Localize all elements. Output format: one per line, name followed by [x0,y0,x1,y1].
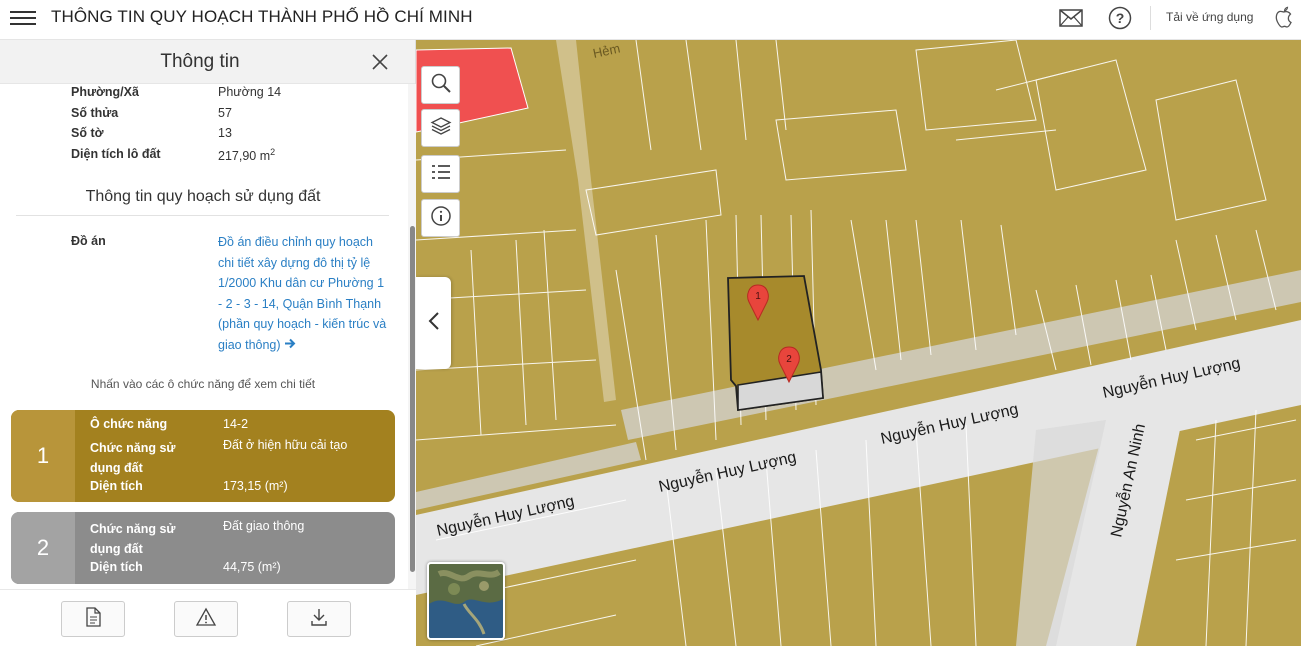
card-value: 173,15 (m²) [223,479,288,493]
card-value: Đất ở hiện hữu cải tạo [223,438,348,452]
map-canvas: Nguyễn Huy Lượng Nguyễn Huy Lượng Nguyễn… [416,40,1301,646]
card-value: Đất giao thông [223,519,305,533]
doan-label: Đồ án [71,234,106,248]
layers-icon [430,115,452,142]
print-document-button[interactable] [61,601,125,637]
panel-header: Thông tin [0,40,415,84]
card-value: 14-2 [223,417,249,431]
panel-footer [0,589,416,646]
apple-icon[interactable] [1271,5,1297,31]
list-icon [430,161,452,188]
panel-body: Phường/Xã Phường 14 Số thửa 57 Số tờ 13 … [0,84,410,589]
area-unit-superscript: 2 [270,147,276,157]
svg-text:?: ? [1116,10,1125,26]
info-row-sheet: Số tờ 13 [71,126,232,142]
card-value: 44,75 (m²) [223,560,281,574]
help-icon[interactable]: ? [1107,5,1133,31]
chevron-left-icon [427,311,441,336]
info-label: Số thửa [71,106,119,120]
info-label: Phường/Xã [71,85,139,99]
map-info-button[interactable] [421,199,460,237]
function-card-1[interactable]: 1 Ô chức năng 14-2 Chức năng sử dụng đất… [11,410,395,502]
info-panel: Thông tin Phường/Xã Phường 14 Số thửa 57… [0,40,416,646]
header-divider [1150,6,1151,30]
document-icon [82,606,104,633]
card-label: Chức năng sử dụng đất [90,522,176,556]
info-value: 13 [218,126,232,140]
warning-icon [195,607,217,632]
card-label: Ô chức năng [90,417,168,431]
satellite-thumbnail-icon [429,564,503,638]
card-label: Diện tích [90,479,143,493]
info-row-ward: Phường/Xã Phường 14 [71,85,281,101]
marker-label: 1 [755,291,761,302]
download-button[interactable] [287,601,351,637]
info-label: Diện tích lô đất [71,147,161,161]
download-icon [308,606,330,633]
hamburger-icon[interactable] [10,7,36,29]
card-number: 1 [11,410,75,502]
doan-link-text: Đồ án điều chỉnh quy hoạch chi tiết xây … [218,235,387,352]
map-layers-button[interactable] [421,109,460,147]
area-value: 217,90 m [218,149,271,164]
section-divider [16,215,389,216]
map-search-button[interactable] [421,66,460,104]
search-icon [430,72,452,99]
top-bar: THÔNG TIN QUY HOẠCH THÀNH PHỐ HỒ CHÍ MIN… [0,0,1301,40]
download-app-link[interactable]: Tải về ứng dụng [1166,10,1253,24]
scrollbar-thumb[interactable] [410,226,415,572]
collapse-panel-button[interactable] [416,277,451,369]
hint-text: Nhấn vào các ô chức năng để xem chi tiết [90,377,316,391]
card-label: Chức năng sử dụng đất [90,441,176,475]
panel-title: Thông tin [160,51,240,72]
report-button[interactable] [174,601,238,637]
mail-icon[interactable] [1058,5,1084,31]
arrow-right-icon [284,335,296,356]
info-value: 57 [218,106,232,120]
marker-label: 2 [786,354,792,365]
info-value: Phường 14 [218,85,282,99]
info-icon [430,205,452,232]
doan-link[interactable]: Đồ án điều chỉnh quy hoạch chi tiết xây … [218,232,388,355]
info-value: 217,90 m2 [218,147,275,163]
satellite-toggle[interactable] [427,562,505,640]
section-title: Thông tin quy hoạch sử dụng đất [85,188,321,205]
info-row-plot: Số thửa 57 [71,106,232,122]
info-label: Số tờ [71,126,104,140]
app-title: THÔNG TIN QUY HOẠCH THÀNH PHỐ HỒ CHÍ MIN… [51,7,473,26]
close-icon[interactable] [370,52,390,72]
function-card-2[interactable]: 2 Chức năng sử dụng đất Đất giao thông D… [11,512,395,584]
map-view[interactable]: Nguyễn Huy Lượng Nguyễn Huy Lượng Nguyễn… [416,40,1301,646]
card-number: 2 [11,512,75,584]
info-row-area: Diện tích lô đất 217,90 m2 [71,147,275,163]
map-legend-button[interactable] [421,155,460,193]
card-label: Diện tích [90,560,143,574]
